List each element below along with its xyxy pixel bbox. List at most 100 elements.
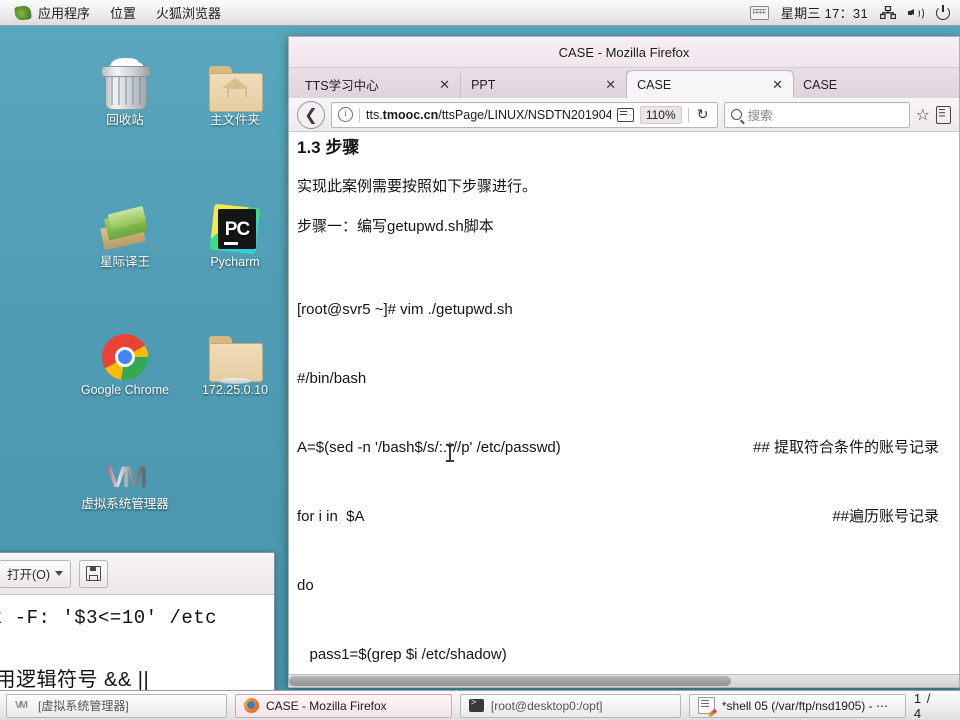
desktop-icon-network-share-label: 172.25.0.10	[201, 383, 269, 397]
desktop-icon-stardict-label: 星际译王	[99, 255, 150, 269]
step-one-title: 步骤一：编写getupwd.sh脚本	[297, 218, 494, 235]
desktop-icon-chrome[interactable]: Google Chrome	[65, 318, 185, 398]
text-cursor	[446, 444, 454, 462]
back-arrow-icon[interactable]: ❮	[297, 100, 325, 129]
panel-menu-places-label: 位置	[110, 6, 137, 21]
code-line: pass1=$(grep $i /etc/shadow)	[297, 643, 945, 666]
tab-case-active[interactable]: CASE ✕	[627, 71, 794, 98]
code-text: #/bin/bash	[297, 370, 367, 387]
tab-close-icon[interactable]: ✕	[768, 77, 787, 93]
folder-body	[209, 343, 263, 382]
tab-close-icon[interactable]: ✕	[435, 77, 454, 93]
desktop-icon-stardict[interactable]: 星际译王	[65, 190, 185, 270]
panel-menus: 应用程序 位置 火狐浏览器	[0, 1, 230, 24]
code-comment: ##遍历账号记录	[832, 508, 939, 525]
firefox-tabstrip: TTS学习中心 ✕ PPT ✕ CASE ✕ CASE	[289, 68, 959, 98]
keyboard-icon[interactable]	[749, 5, 769, 20]
taskbar-item-label: [虚拟系统管理器]	[38, 699, 129, 713]
library-icon[interactable]	[936, 105, 951, 124]
open-button-label: 打开(O)	[7, 568, 51, 582]
desktop-screen: 应用程序 位置 火狐浏览器 星期三 17：31 回收站 主文件夹 星际译王 PC…	[0, 0, 960, 720]
code-line: #/bin/bash	[297, 367, 945, 390]
search-bar[interactable]: 搜索	[723, 101, 910, 128]
editor-text-area[interactable]: wk -F: '$3<=10' /etc 使用逻辑符号 && ||	[0, 595, 274, 692]
url-prefix: tts.	[366, 107, 383, 122]
desktop-icon-trash[interactable]: 回收站	[65, 48, 185, 128]
desktop-icon-trash-label: 回收站	[106, 113, 144, 127]
desktop-icon-virt-manager-label: 虚拟系统管理器	[81, 497, 169, 511]
power-icon[interactable]	[936, 4, 950, 20]
tab-case-second[interactable]: CASE	[793, 71, 959, 98]
code-comment: ## 提取符合条件的账号记录	[753, 439, 939, 456]
desktop-icon-chrome-label: Google Chrome	[80, 383, 170, 397]
tab-label: PPT	[471, 77, 496, 92]
desktop-icon-pycharm[interactable]: PC Pycharm	[175, 190, 295, 270]
virt-manager-icon: VM	[65, 432, 185, 494]
terminal-icon	[468, 698, 484, 712]
books-shape	[100, 205, 150, 252]
desktop-icon-home[interactable]: 主文件夹	[175, 48, 295, 128]
firefox-titlebar[interactable]: CASE - Mozilla Firefox	[289, 37, 959, 68]
tab-close-icon[interactable]: ✕	[601, 77, 620, 93]
panel-menu-firefox[interactable]: 火狐浏览器	[147, 1, 230, 24]
horizontal-scrollbar[interactable]	[289, 674, 959, 687]
volume-wave-2	[917, 7, 924, 20]
star-icon[interactable]: ☆	[916, 105, 930, 125]
url-bar[interactable]: i tts.tmooc.cn/ttsPage/LINUX/NSDTN201904…	[331, 101, 718, 128]
stardict-icon	[65, 190, 185, 252]
taskbar-item-virt-manager[interactable]: VM [虚拟系统管理器]	[6, 693, 227, 718]
panel-menu-places[interactable]: 位置	[101, 1, 145, 24]
network-folder-shape	[209, 336, 263, 384]
code-text: [root@svr5 ~]# vim ./getupwd.sh	[297, 301, 513, 318]
reload-icon[interactable]: ↻	[695, 106, 711, 123]
tab-tts-learning-center[interactable]: TTS学习中心 ✕	[295, 71, 462, 98]
taskbar-item-label: [root@desktop0:/opt]	[490, 698, 603, 713]
taskbar: VM [虚拟系统管理器] CASE - Mozilla Firefox [roo…	[0, 690, 960, 720]
scrollbar-thumb[interactable]	[289, 676, 732, 686]
save-icon	[86, 566, 102, 581]
clock[interactable]: 星期三 17：31	[781, 3, 868, 22]
taskbar-item-label: CASE - Mozilla Firefox	[265, 698, 387, 713]
open-button[interactable]: 打开(O)	[0, 559, 72, 588]
desktop-icon-network-share[interactable]: 172.25.0.10	[175, 318, 295, 398]
firefox-navbar: ❮ i tts.tmooc.cn/ttsPage/LINUX/NSDTN2019…	[289, 98, 959, 132]
network-icon[interactable]	[879, 5, 897, 20]
script-block: [root@svr5 ~]# vim ./getupwd.sh #/bin/ba…	[297, 252, 945, 687]
desktop-icon-virt-manager[interactable]: VM 虚拟系统管理器	[65, 432, 185, 512]
pycharm-underline	[224, 242, 238, 245]
folder-stand	[219, 378, 251, 384]
network-folder-icon	[175, 318, 295, 384]
site-info-icon[interactable]: i	[338, 107, 353, 122]
tab-ppt[interactable]: PPT ✕	[461, 71, 628, 98]
url-separator-2	[687, 107, 689, 122]
search-input[interactable]: 搜索	[748, 105, 773, 124]
taskbar-item-label: *shell 05 (/var/ftp/nsd1905) - ⋯	[721, 698, 888, 713]
page-body: 1.3 步骤 实现此案例需要按照如下步骤进行。 步骤一：编写getupwd.sh…	[289, 132, 959, 687]
url-path: /ttsPage/LINUX/NSDTN201904	[438, 107, 611, 122]
trash-lip	[101, 66, 151, 77]
reader-view-icon[interactable]	[616, 107, 634, 122]
panel-tray: 星期三 17：31	[749, 3, 960, 22]
network-icon-svg	[879, 5, 897, 20]
chevron-down-icon	[55, 571, 64, 576]
panel-menu-applications[interactable]: 应用程序	[6, 1, 99, 24]
tab-label: CASE	[637, 77, 672, 92]
page-content[interactable]: 1.3 步骤 实现此案例需要按照如下步骤进行。 步骤一：编写getupwd.sh…	[289, 132, 959, 687]
workspace-switcher[interactable]: 1 / 4	[914, 691, 954, 720]
taskbar-item-terminal[interactable]: [root@desktop0:/opt]	[459, 693, 681, 718]
taskbar-item-firefox[interactable]: CASE - Mozilla Firefox	[234, 693, 452, 718]
code-line: do	[297, 574, 945, 597]
firefox-window[interactable]: CASE - Mozilla Firefox TTS学习中心 ✕ PPT ✕ C…	[288, 36, 960, 688]
url-separator	[359, 107, 360, 122]
code-text: for i in $A	[297, 508, 365, 525]
volume-icon[interactable]	[908, 6, 924, 20]
taskbar-item-shell-editor[interactable]: *shell 05 (/var/ftp/nsd1905) - ⋯	[688, 693, 906, 718]
trash-icon	[65, 48, 185, 110]
code-text: A=$(sed -n '/bash$/s/:.*//p' /etc/passwd…	[297, 439, 561, 456]
zoom-level-badge[interactable]: 110%	[639, 105, 682, 124]
top-panel: 应用程序 位置 火狐浏览器 星期三 17：31	[0, 0, 960, 26]
volume-cone	[908, 9, 914, 15]
home-folder-icon	[175, 48, 295, 112]
save-button[interactable]	[79, 559, 109, 588]
url-input[interactable]: tts.tmooc.cn/ttsPage/LINUX/NSDTN201904	[366, 108, 611, 122]
